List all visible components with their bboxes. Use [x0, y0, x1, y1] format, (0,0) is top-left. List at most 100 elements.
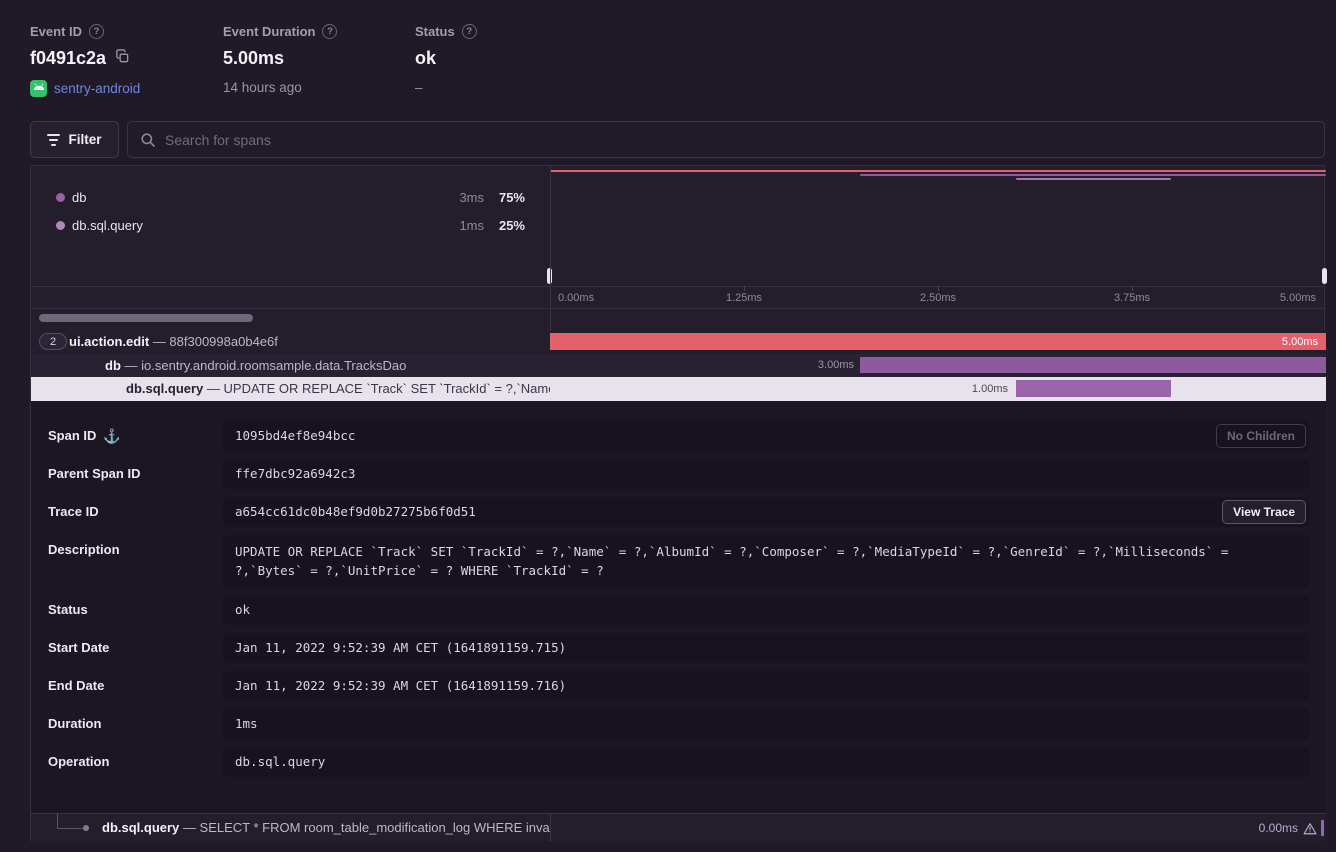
- detail-label: Start Date: [48, 633, 109, 663]
- detail-label: Duration: [48, 709, 101, 739]
- status-label: Status: [415, 24, 455, 39]
- detail-row-operation: Operation db.sql.query: [48, 747, 1309, 777]
- search-input[interactable]: [165, 132, 1312, 148]
- span-duration-label: 1.00ms: [972, 377, 1008, 401]
- span-desc: 88f300998a0b4e6f: [169, 334, 277, 349]
- trace-view-panel: db 3ms 75% db.sql.query 1ms 25% 0.00ms 1…: [30, 165, 1325, 841]
- tree-connector: [57, 828, 83, 829]
- status-block: Status ? ok –: [415, 24, 477, 95]
- tree-connector: [57, 814, 58, 828]
- minimap-right-handle[interactable]: [1322, 268, 1327, 284]
- event-duration-label: Event Duration: [223, 24, 315, 39]
- no-children-button[interactable]: No Children: [1216, 424, 1306, 448]
- span-search[interactable]: [127, 121, 1325, 158]
- detail-row-description: Description UPDATE OR REPLACE `Track` SE…: [48, 535, 1309, 587]
- legend-duration: 1ms: [459, 218, 484, 233]
- detail-row-trace-id: Trace ID a654cc61dc0b48ef9d0b27275b6f0d5…: [48, 497, 1309, 527]
- legend-item-db[interactable]: db 3ms 75%: [31, 183, 550, 211]
- detail-value: ffe7dbc92a6942c3: [235, 466, 355, 481]
- axis-tick: [938, 286, 939, 291]
- legend-percent: 25%: [499, 218, 525, 233]
- span-duration-bar: [860, 357, 1326, 373]
- span-row-db[interactable]: 1 db — io.sentry.android.roomsample.data…: [31, 354, 1326, 377]
- event-duration-block: Event Duration ? 5.00ms 14 hours ago: [223, 24, 337, 95]
- divider-line: [31, 308, 1324, 309]
- filter-button-label: Filter: [68, 132, 101, 147]
- divider-line: [31, 286, 1324, 287]
- minimap-span-db-sql-query: [1016, 178, 1171, 180]
- minimap-span-db: [860, 174, 1326, 176]
- span-duration-label: 0.00ms: [1259, 821, 1298, 835]
- span-separator: —: [153, 334, 166, 349]
- help-icon[interactable]: ?: [322, 24, 337, 39]
- project-link[interactable]: sentry-android: [54, 81, 140, 96]
- copy-icon[interactable]: [115, 48, 130, 69]
- axis-tick: [1132, 286, 1133, 291]
- view-trace-button[interactable]: View Trace: [1222, 500, 1306, 524]
- detail-label: Operation: [48, 747, 109, 777]
- span-tree: 2 ui.action.edit — 88f300998a0b4e6f 5.00…: [31, 330, 1326, 401]
- legend-op-name: db.sql.query: [72, 218, 143, 233]
- span-op: db.sql.query: [126, 381, 203, 396]
- span-detail-panel: Span ID ⚓ 1095bd4ef8e94bcc No Children P…: [31, 401, 1326, 813]
- span-op: ui.action.edit: [69, 334, 149, 349]
- end-date-value: Jan 11, 2022 9:52:39 AM CET (1641891159.…: [223, 671, 1309, 701]
- event-id-value: f0491c2a: [30, 48, 106, 69]
- horizontal-scrollbar-thumb[interactable]: [39, 314, 253, 322]
- detail-label: Description: [48, 535, 120, 565]
- axis-label: 1.25ms: [726, 292, 762, 304]
- detail-row-status: Status ok: [48, 595, 1309, 625]
- detail-label: Status: [48, 595, 88, 625]
- span-id-value: 1095bd4ef8e94bcc No Children: [223, 421, 1309, 451]
- start-date-value: Jan 11, 2022 9:52:39 AM CET (1641891159.…: [223, 633, 1309, 663]
- detail-label: Span ID: [48, 421, 96, 451]
- span-op: db.sql.query: [102, 820, 179, 835]
- search-icon: [140, 132, 156, 148]
- minimap-span-ui-action-edit: [550, 170, 1326, 172]
- detail-row-duration: Duration 1ms: [48, 709, 1309, 739]
- legend-op-name: db: [72, 190, 86, 205]
- span-duration-bar: [1016, 380, 1171, 397]
- span-duration-label: 3.00ms: [818, 354, 854, 377]
- tree-leaf-dot: [83, 825, 89, 831]
- column-resize-divider: [550, 814, 551, 842]
- status-value: ok: [415, 48, 436, 69]
- description-value: UPDATE OR REPLACE `Track` SET `TrackId` …: [223, 535, 1309, 587]
- event-id-block: Event ID ? f0491c2a sentry-android: [30, 24, 140, 97]
- filter-icon: [47, 134, 60, 146]
- axis-label: 5.00ms: [1280, 292, 1316, 304]
- span-desc: UPDATE OR REPLACE `Track` SET `TrackId` …: [224, 381, 550, 396]
- detail-label: Parent Span ID: [48, 459, 140, 489]
- anchor-icon[interactable]: ⚓: [103, 421, 120, 451]
- detail-value: a654cc61dc0b48ef9d0b27275b6f0d51: [235, 504, 476, 519]
- trace-id-value: a654cc61dc0b48ef9d0b27275b6f0d51 View Tr…: [223, 497, 1309, 527]
- span-op: db: [105, 358, 121, 373]
- span-row-db-sql-query-selected[interactable]: db.sql.query — UPDATE OR REPLACE `Track`…: [31, 377, 1326, 401]
- duration-value: 1ms: [223, 709, 1309, 739]
- detail-value: 1095bd4ef8e94bcc: [235, 428, 355, 443]
- span-duration-label: 5.00ms: [1282, 330, 1318, 354]
- event-id-label: Event ID: [30, 24, 82, 39]
- span-separator: —: [207, 381, 220, 396]
- span-row-ui-action-edit[interactable]: 2 ui.action.edit — 88f300998a0b4e6f 5.00…: [31, 330, 1326, 354]
- event-duration-value: 5.00ms: [223, 48, 284, 69]
- event-duration-ago: 14 hours ago: [223, 80, 302, 95]
- span-separator: —: [183, 820, 196, 835]
- filter-button[interactable]: Filter: [30, 121, 119, 158]
- operation-value: db.sql.query: [223, 747, 1309, 777]
- detail-row-end-date: End Date Jan 11, 2022 9:52:39 AM CET (16…: [48, 671, 1309, 701]
- span-row-footer-db-sql-query[interactable]: db.sql.query — SELECT * FROM room_table_…: [31, 813, 1326, 841]
- help-icon[interactable]: ?: [89, 24, 104, 39]
- android-platform-icon: [30, 80, 47, 97]
- legend-item-db-sql-query[interactable]: db.sql.query 1ms 25%: [31, 211, 550, 239]
- axis-label: 2.50ms: [920, 292, 956, 304]
- status-sub: –: [415, 80, 423, 95]
- span-children-badge[interactable]: 2: [39, 333, 67, 350]
- detail-row-start-date: Start Date Jan 11, 2022 9:52:39 AM CET (…: [48, 633, 1309, 663]
- span-desc: SELECT * FROM room_table_modification_lo…: [200, 820, 550, 835]
- parent-span-id-value: ffe7dbc92a6942c3: [223, 459, 1309, 489]
- help-icon[interactable]: ?: [462, 24, 477, 39]
- span-duration-bar: [1321, 820, 1324, 836]
- axis-tick: [744, 286, 745, 291]
- span-separator: —: [125, 358, 138, 373]
